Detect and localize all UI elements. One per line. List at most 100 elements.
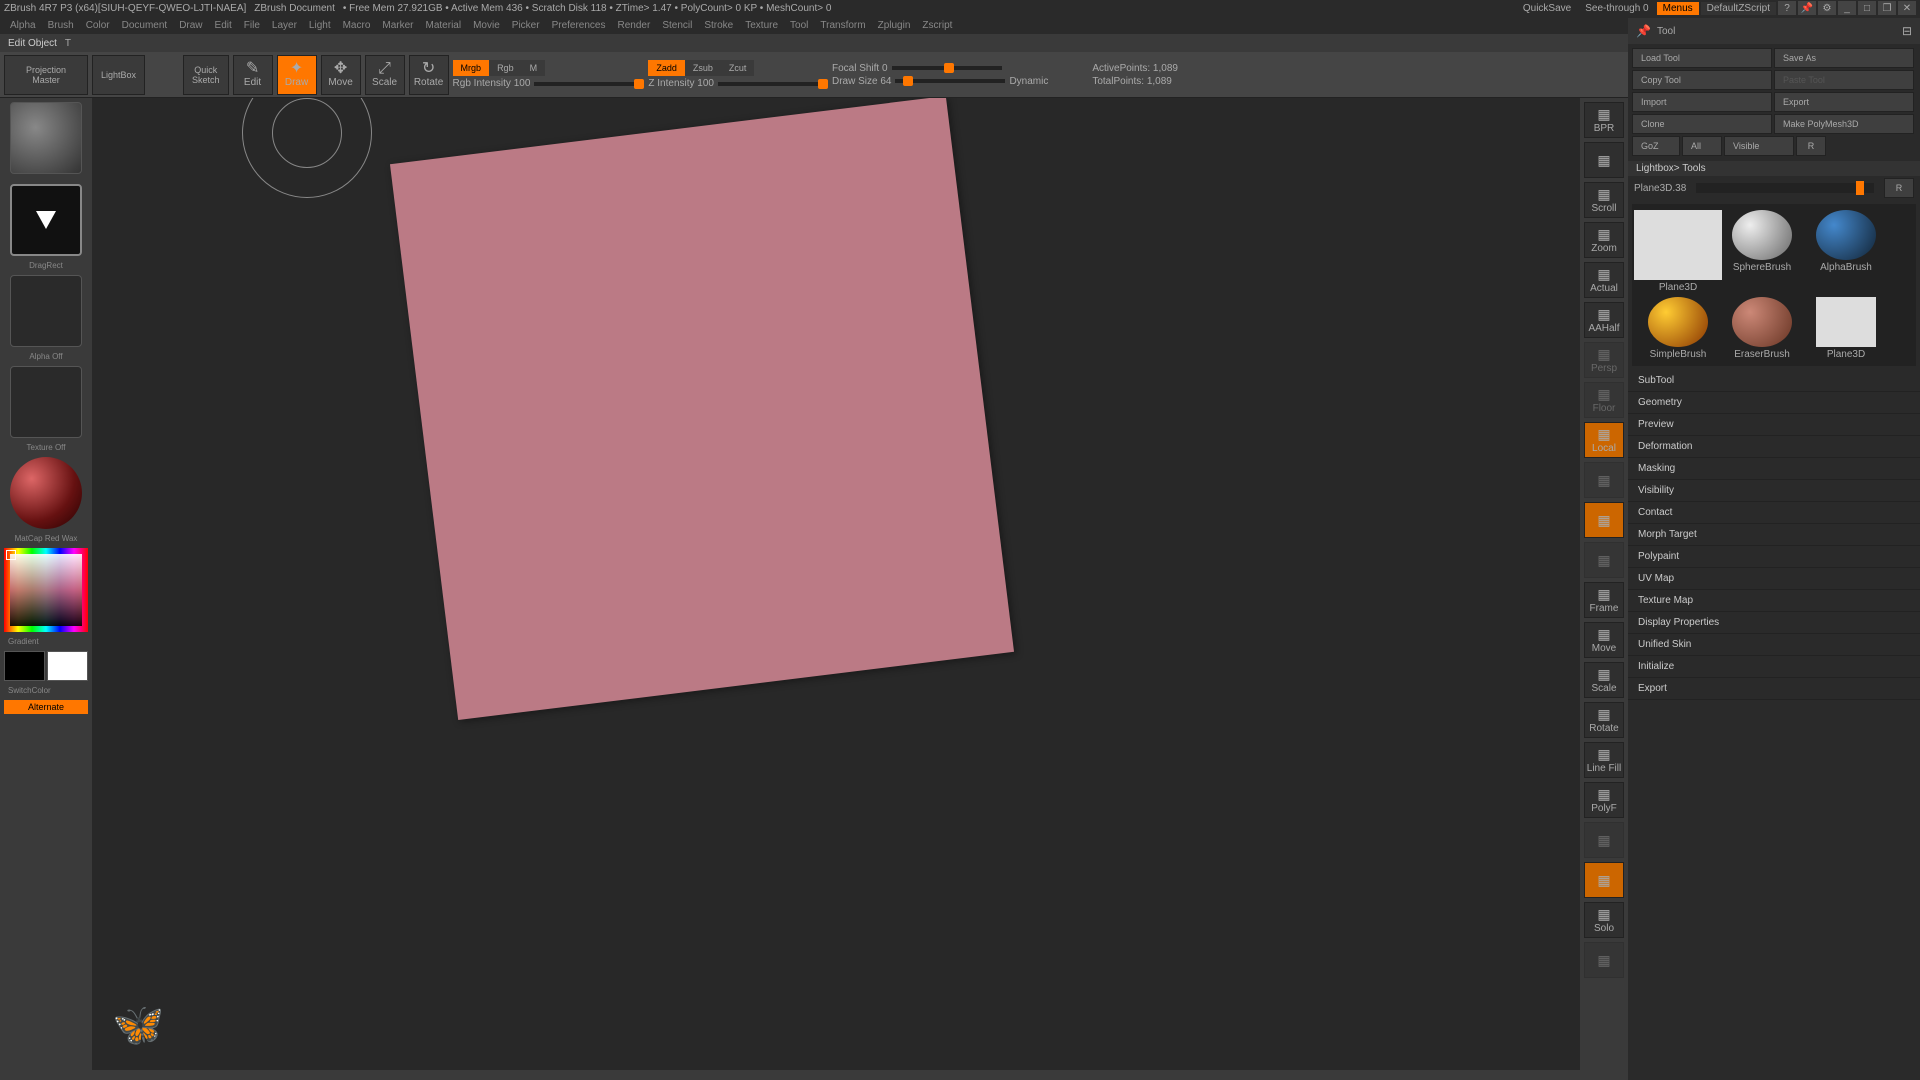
menu-draw[interactable]: Draw bbox=[175, 18, 206, 33]
strip-xpose2[interactable]: ▦ bbox=[1584, 942, 1624, 978]
rotate-mode[interactable]: ↻Rotate bbox=[409, 55, 449, 95]
menu-texture[interactable]: Texture bbox=[741, 18, 782, 33]
mrgb-button[interactable]: Mrgb bbox=[453, 60, 490, 76]
menu-transform[interactable]: Transform bbox=[816, 18, 869, 33]
section-export[interactable]: Export bbox=[1628, 678, 1920, 700]
zadd-button[interactable]: Zadd bbox=[648, 60, 685, 76]
draw-size-slider[interactable] bbox=[903, 76, 913, 86]
section-masking[interactable]: Masking bbox=[1628, 458, 1920, 480]
menu-layer[interactable]: Layer bbox=[268, 18, 301, 33]
tool-thumb-simplebrush[interactable]: SimpleBrush bbox=[1638, 297, 1718, 360]
alpha-thumbnail[interactable] bbox=[10, 275, 82, 347]
settings-icon[interactable]: ⚙ bbox=[1818, 1, 1836, 15]
menu-material[interactable]: Material bbox=[422, 18, 466, 33]
pin-icon[interactable]: 📌 bbox=[1798, 1, 1816, 15]
stroke-thumbnail[interactable] bbox=[10, 184, 82, 256]
goz-r-button[interactable]: R bbox=[1796, 136, 1826, 156]
section-subtool[interactable]: SubTool bbox=[1628, 370, 1920, 392]
edit-mode[interactable]: ✎Edit bbox=[233, 55, 273, 95]
menu-file[interactable]: File bbox=[240, 18, 264, 33]
copy-tool-button[interactable]: Copy Tool bbox=[1632, 70, 1772, 90]
minimize-button[interactable]: _ bbox=[1838, 1, 1856, 15]
menu-stencil[interactable]: Stencil bbox=[658, 18, 696, 33]
draw-mode[interactable]: ✦Draw bbox=[277, 55, 317, 95]
strip-xpose[interactable]: ▦ bbox=[1584, 542, 1624, 578]
section-morph-target[interactable]: Morph Target bbox=[1628, 524, 1920, 546]
strip-transp[interactable]: ▦ bbox=[1584, 822, 1624, 858]
section-unified-skin[interactable]: Unified Skin bbox=[1628, 634, 1920, 656]
strip-floor[interactable]: ▦Floor bbox=[1584, 382, 1624, 418]
strip-lcam[interactable]: ▦ bbox=[1584, 502, 1624, 538]
strip-scale2[interactable]: ▦Scale bbox=[1584, 662, 1624, 698]
section-contact[interactable]: Contact bbox=[1628, 502, 1920, 524]
viewport[interactable]: 🦋 bbox=[92, 98, 1580, 1070]
tool-slider[interactable] bbox=[1856, 181, 1864, 195]
menu-macro[interactable]: Macro bbox=[339, 18, 375, 33]
goz-visible-button[interactable]: Visible bbox=[1724, 136, 1794, 156]
strip-scroll[interactable]: ▦Scroll bbox=[1584, 182, 1624, 218]
move-mode[interactable]: ✥Move bbox=[321, 55, 361, 95]
tool-thumb-plane3d[interactable]: Plane3D bbox=[1638, 210, 1718, 293]
seethrough-slider[interactable]: See-through 0 bbox=[1579, 2, 1654, 15]
make-polymesh3d-button[interactable]: Make PolyMesh3D bbox=[1774, 114, 1914, 134]
load-tool-button[interactable]: Load Tool bbox=[1632, 48, 1772, 68]
brush-thumbnail[interactable] bbox=[10, 102, 82, 174]
section-geometry[interactable]: Geometry bbox=[1628, 392, 1920, 414]
help-icon[interactable]: ? bbox=[1778, 1, 1796, 15]
strip-zoom[interactable]: ▦Zoom bbox=[1584, 222, 1624, 258]
m-button[interactable]: M bbox=[522, 60, 546, 76]
gradient-toggle[interactable]: Gradient bbox=[2, 636, 90, 647]
rgb-button[interactable]: Rgb bbox=[489, 60, 522, 76]
strip-bpr[interactable]: ▦BPR bbox=[1584, 102, 1624, 138]
strip-frame[interactable]: ▦Frame bbox=[1584, 582, 1624, 618]
dynamic-label[interactable]: Dynamic bbox=[1009, 76, 1048, 87]
z-intensity-slider[interactable] bbox=[818, 79, 828, 89]
strip-solo[interactable]: ▦Solo bbox=[1584, 902, 1624, 938]
strip-rotate2[interactable]: ▦Rotate bbox=[1584, 702, 1624, 738]
strip-move2[interactable]: ▦Move bbox=[1584, 622, 1624, 658]
strip-linefill[interactable]: ▦Line Fill bbox=[1584, 742, 1624, 778]
menu-color[interactable]: Color bbox=[82, 18, 114, 33]
menu-movie[interactable]: Movie bbox=[469, 18, 504, 33]
strip-localsym[interactable]: ▦ bbox=[1584, 462, 1624, 498]
focal-shift-slider[interactable] bbox=[944, 63, 954, 73]
strip-actual[interactable]: ▦Actual bbox=[1584, 262, 1624, 298]
paste-tool-button[interactable]: Paste Tool bbox=[1774, 70, 1914, 90]
section-texture-map[interactable]: Texture Map bbox=[1628, 590, 1920, 612]
primary-color[interactable] bbox=[47, 651, 88, 681]
lightbox-button[interactable]: LightBox bbox=[92, 55, 145, 95]
plane-object[interactable] bbox=[390, 98, 1014, 720]
menu-brush[interactable]: Brush bbox=[44, 18, 78, 33]
pin-icon[interactable]: 📌 bbox=[1636, 24, 1651, 38]
default-zscript[interactable]: DefaultZScript bbox=[1701, 2, 1776, 15]
strip-local[interactable]: ▦Local bbox=[1584, 422, 1624, 458]
tool-r-button[interactable]: R bbox=[1884, 178, 1914, 198]
color-picker[interactable] bbox=[4, 548, 88, 632]
quicksave-button[interactable]: QuickSave bbox=[1517, 2, 1577, 15]
maximize-button[interactable]: □ bbox=[1858, 1, 1876, 15]
export-button[interactable]: Export bbox=[1774, 92, 1914, 112]
menu-picker[interactable]: Picker bbox=[508, 18, 544, 33]
tool-thumb-alphabrush[interactable]: AlphaBrush bbox=[1806, 210, 1886, 293]
texture-thumbnail[interactable] bbox=[10, 366, 82, 438]
section-preview[interactable]: Preview bbox=[1628, 414, 1920, 436]
tool-thumb-eraserbrush[interactable]: EraserBrush bbox=[1722, 297, 1802, 360]
strip-aahalf[interactable]: ▦AAHalf bbox=[1584, 302, 1624, 338]
switch-color-button[interactable]: SwitchColor bbox=[2, 685, 90, 696]
save-as-button[interactable]: Save As bbox=[1774, 48, 1914, 68]
material-thumbnail[interactable] bbox=[10, 457, 82, 529]
goz-button[interactable]: GoZ bbox=[1632, 136, 1680, 156]
close-button[interactable]: ✕ bbox=[1898, 1, 1916, 15]
strip-divider[interactable]: ▦ bbox=[1584, 142, 1624, 178]
secondary-color[interactable] bbox=[4, 651, 45, 681]
rgb-intensity-slider[interactable] bbox=[634, 79, 644, 89]
quicksketch-button[interactable]: Quick Sketch bbox=[183, 55, 229, 95]
section-deformation[interactable]: Deformation bbox=[1628, 436, 1920, 458]
menu-edit[interactable]: Edit bbox=[211, 18, 236, 33]
menu-alpha[interactable]: Alpha bbox=[6, 18, 40, 33]
menu-tool[interactable]: Tool bbox=[786, 18, 812, 33]
strip-polyf[interactable]: ▦PolyF bbox=[1584, 782, 1624, 818]
projection-master-button[interactable]: Projection Master bbox=[4, 55, 88, 95]
goz-all-button[interactable]: All bbox=[1682, 136, 1722, 156]
section-visibility[interactable]: Visibility bbox=[1628, 480, 1920, 502]
